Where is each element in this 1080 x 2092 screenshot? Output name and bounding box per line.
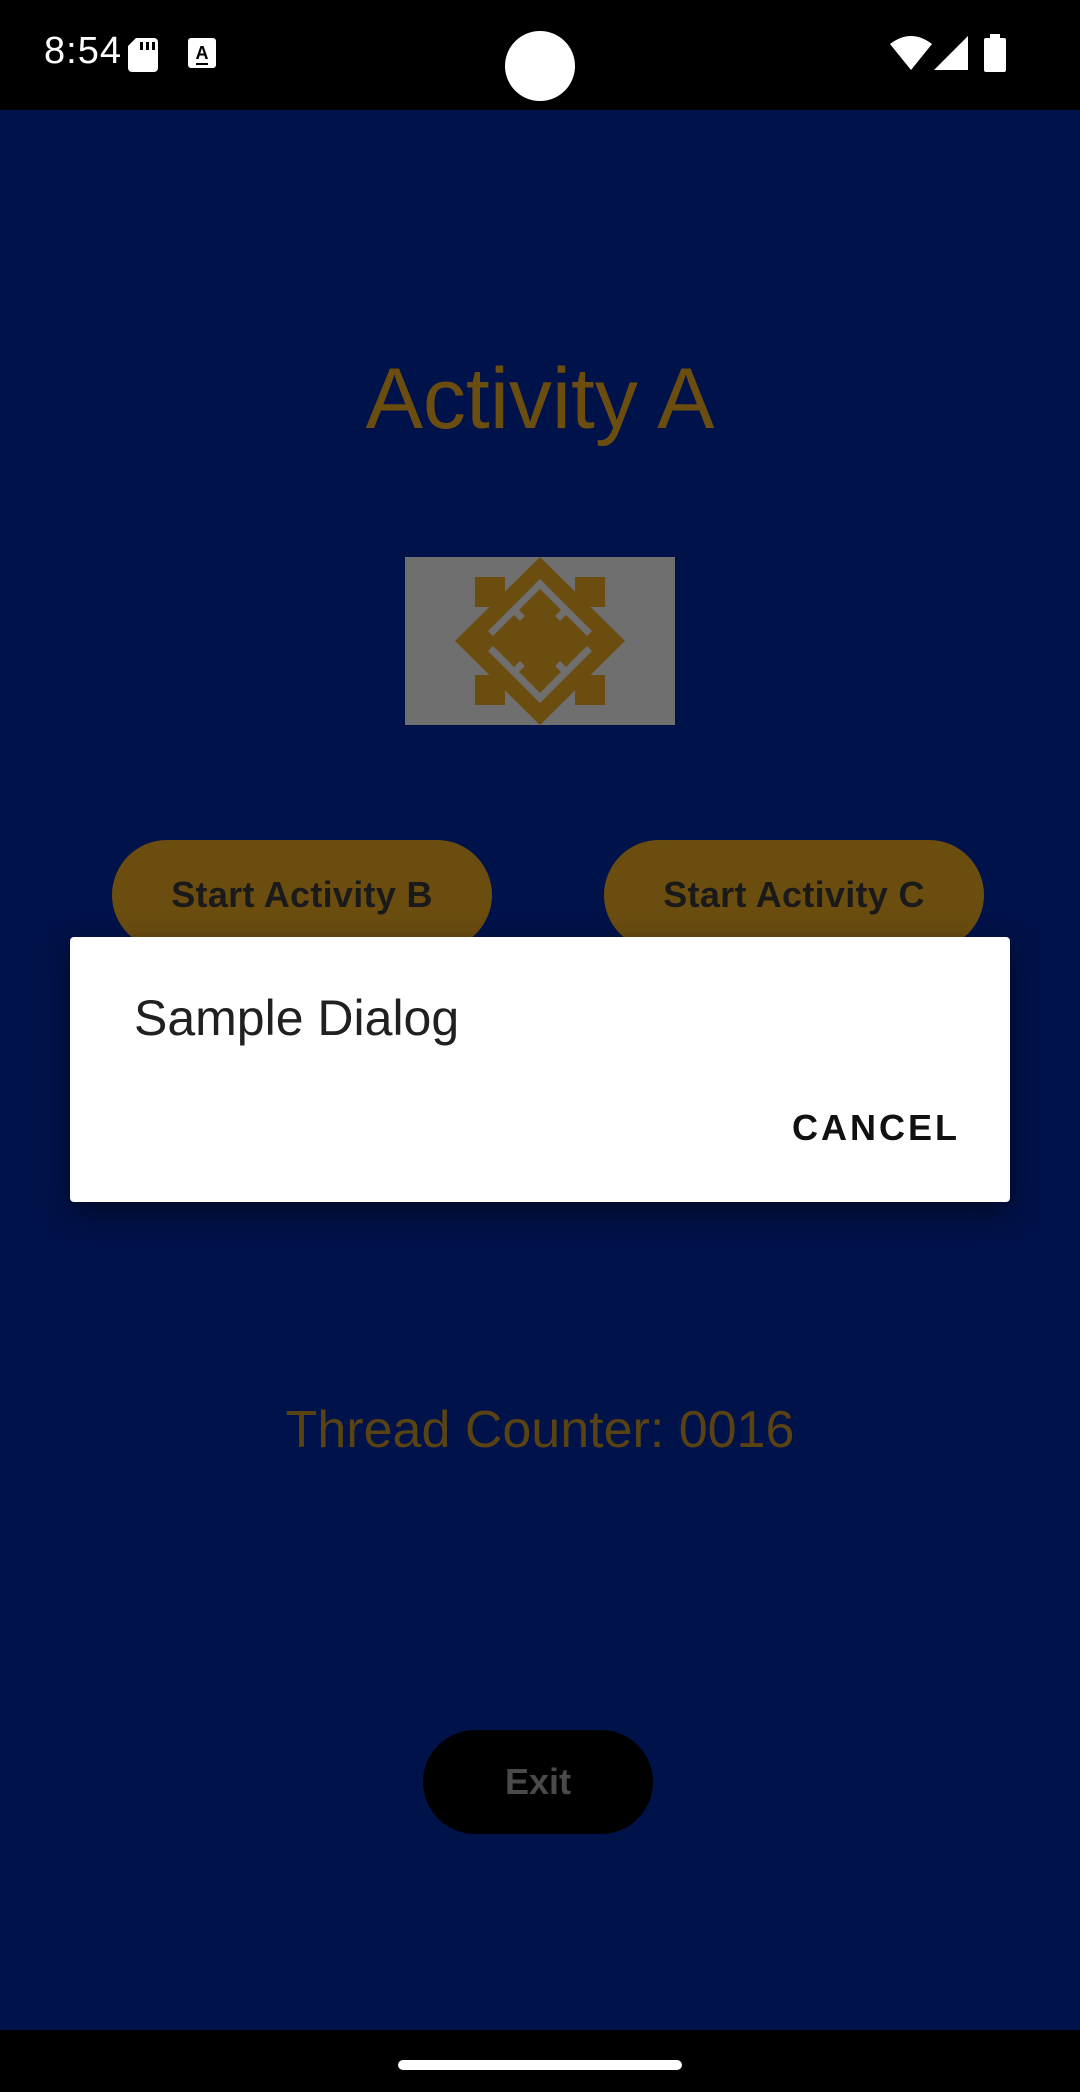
exit-button[interactable]: Exit: [423, 1730, 653, 1834]
wifi-icon: [890, 36, 932, 75]
thread-counter: Thread Counter: 0016: [285, 1401, 795, 1459]
phone-screen: 8:54 A Activity A Start Activity B Start…: [0, 0, 1080, 2092]
signal-icon: [934, 36, 968, 75]
camera-cutout: [505, 31, 575, 101]
sd-card-icon: [128, 38, 158, 77]
status-time: 8:54: [44, 30, 122, 72]
keyboard-a-icon: A: [188, 38, 216, 73]
start-activity-b-button[interactable]: Start Activity B: [112, 840, 492, 950]
dialog-title: Sample Dialog: [134, 990, 460, 1046]
activity-title: Activity A: [365, 351, 715, 447]
start-activity-c-button[interactable]: Start Activity C: [604, 840, 984, 950]
sample-dialog: Sample Dialog CANCEL: [70, 937, 1010, 1202]
svg-text:A: A: [196, 43, 209, 63]
status-bar: 8:54 A: [0, 0, 1080, 110]
cancel-button[interactable]: CANCEL: [792, 1107, 960, 1149]
home-handle[interactable]: [398, 2060, 682, 2070]
battery-icon: [984, 34, 1006, 77]
logo-image: [405, 557, 675, 725]
pattern-logo-icon: [455, 557, 625, 725]
navigation-bar: [0, 2030, 1080, 2092]
